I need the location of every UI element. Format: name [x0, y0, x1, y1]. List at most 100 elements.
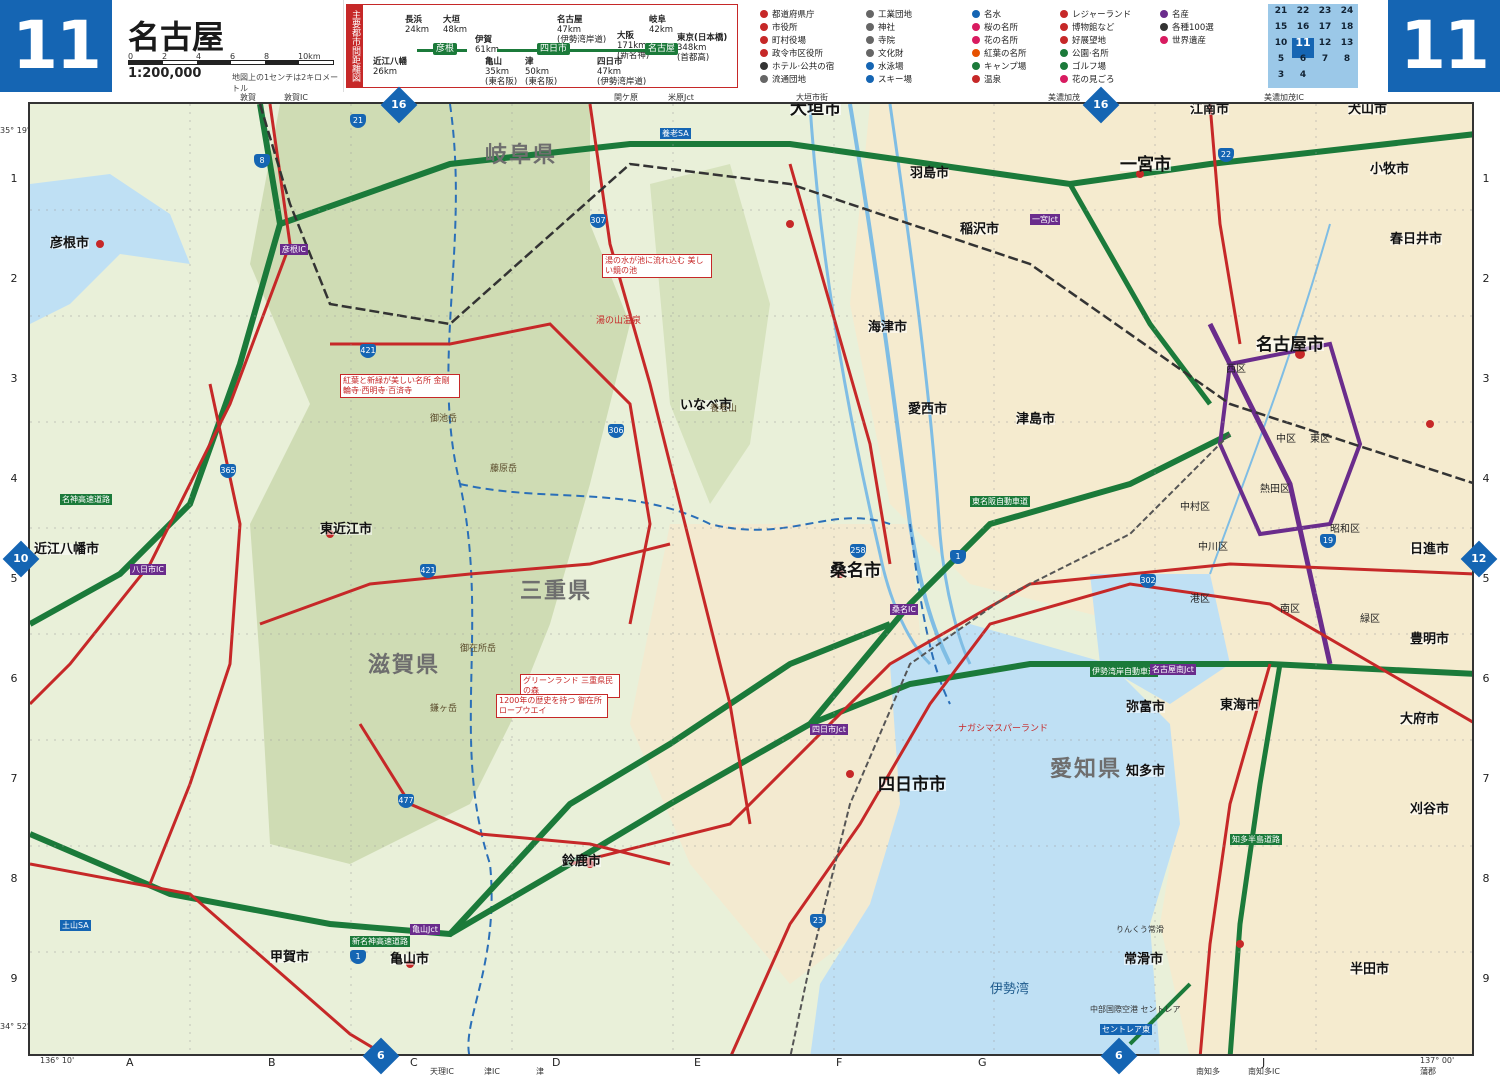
legend-item: 公園·名所 — [1060, 47, 1109, 59]
map-base-svg — [30, 104, 1472, 1054]
legend-symbol-icon — [866, 36, 874, 44]
distance-entry: 四日市 47km (伊勢湾岸道) — [597, 57, 647, 87]
sightseeing-note: 1200年の歴史を持つ 御在所ロープウエイ — [496, 694, 608, 718]
row-label: 3 — [10, 372, 18, 385]
ward-label: 南区 — [1280, 604, 1300, 615]
sightseeing-note: 紅葉と新緑が美しい名所 金剛輪寺·西明寺·百済寺 — [340, 374, 460, 398]
legend-item: 政令市区役所 — [760, 47, 823, 59]
expressway-label: 知多半島道路 — [1230, 834, 1282, 845]
legend-label: 市役所 — [772, 23, 798, 33]
legend-label: 町村役場 — [772, 36, 807, 46]
mountain-label: 鎌ヶ岳 — [430, 704, 458, 714]
legend-item: 各種100選 — [1160, 21, 1214, 33]
city-label-kuwana: 桑名市 — [830, 561, 881, 581]
expressway-label: 新名神高速道路 — [350, 936, 410, 947]
ward-label: 中区 — [1276, 434, 1296, 445]
legend-label: 好展望地 — [1072, 36, 1107, 46]
grid-index-cell[interactable]: 4 — [1292, 70, 1314, 90]
ic-label[interactable]: 名古屋南Jct — [1150, 664, 1196, 675]
legend-item: 博物館など — [1060, 21, 1115, 33]
column-label: A — [126, 1056, 134, 1069]
grid-index-map[interactable]: 21 22 23 24 15 16 17 18 10 11 12 13 5 6 7 8 3 4 — [1268, 4, 1358, 88]
legend-item: 花の名所 — [972, 34, 1018, 46]
legend-item: 名産 — [1160, 8, 1189, 20]
legend-item: 温泉 — [972, 73, 1001, 85]
ic-label[interactable]: 八日市IC — [130, 564, 166, 575]
city-label: 犬山市 — [1348, 102, 1388, 117]
ic-label[interactable]: 四日市Jct — [810, 724, 848, 735]
route-307 — [148, 383, 242, 885]
city-label: 近江八幡市 — [34, 542, 100, 557]
grid-index-cell[interactable]: 3 — [1270, 70, 1292, 90]
place-label: りんくう常滑 — [1116, 925, 1164, 934]
distance-diagram-title: 主要都市間距離図 — [347, 5, 363, 87]
legend-label: 花の名所 — [984, 36, 1019, 46]
legend-symbol-icon — [866, 62, 874, 70]
ic-label[interactable]: 彦根IC — [280, 244, 308, 255]
ward-label: 中村区 — [1180, 502, 1210, 513]
legend-label: 紅葉の名所 — [984, 49, 1027, 59]
legend-symbol-icon — [866, 23, 874, 31]
legend-symbol-icon — [760, 36, 768, 44]
city-label-ogaki: 大垣市 — [790, 102, 841, 119]
ward-label: 東区 — [1310, 434, 1330, 445]
sa-label[interactable]: 養老SA — [660, 128, 691, 139]
legend-label: 各種100選 — [1172, 23, 1214, 33]
distance-diagram: 主要都市間距離図 長浜 24km 大垣 48km 近江八幡 26km 伊賀 61km 亀… — [346, 4, 738, 88]
legend-symbol-icon — [866, 75, 874, 83]
grid-index-cell[interactable]: 7 — [1314, 54, 1336, 74]
legend-symbol-icon — [866, 49, 874, 57]
legend-symbol-icon — [1060, 62, 1068, 70]
city-label: 大府市 — [1400, 712, 1440, 727]
map-area[interactable]: 岐阜県 滋賀県 三重県 愛知県 名古屋市 四日市市 桑名市 大垣市 一宮市 彦根… — [28, 102, 1474, 1056]
legend-label: 神社 — [878, 23, 896, 33]
legend-symbol-icon — [760, 23, 768, 31]
legend-symbol-icon — [972, 23, 980, 31]
legend-label: ゴルフ場 — [1072, 62, 1107, 72]
legend-symbol-icon — [1060, 75, 1068, 83]
distance-hub-tag: 名古屋 — [645, 43, 679, 55]
legend-symbol-icon — [1160, 10, 1168, 18]
edge-destination-label: 南知多IC — [1248, 1067, 1280, 1076]
mountain-label: 御池岳 — [430, 414, 458, 424]
legend-item: 世界遺産 — [1160, 34, 1206, 46]
prefecture-label-shiga: 滋賀県 — [368, 653, 441, 678]
legend-label: 工業団地 — [878, 10, 913, 20]
edge-destination-label: 天理IC — [430, 1067, 454, 1076]
ic-label[interactable]: 桑名IC — [890, 604, 918, 615]
row-label: 6 — [1482, 672, 1490, 685]
legend-symbol-icon — [1160, 23, 1168, 31]
edge-destination-label: 南知多 — [1196, 1067, 1220, 1076]
map-page: 11 名古屋 0 2 4 6 8 10km 1:200,000 地図上の1センチ… — [0, 0, 1500, 1076]
edge-destination-label: 津 — [536, 1067, 544, 1076]
ic-label[interactable]: 亀山Jct — [410, 924, 440, 935]
mountain-label: 藤原岳 — [490, 464, 518, 474]
city-label: 甲賀市 — [270, 950, 310, 965]
sa-label[interactable]: 土山SA — [60, 920, 91, 931]
longitude-label: 136° 10' — [40, 1056, 75, 1065]
city-label: 弥富市 — [1126, 700, 1166, 715]
ic-label[interactable]: セントレア東 — [1100, 1024, 1152, 1035]
row-label: 2 — [1482, 272, 1490, 285]
distance-entry: 亀山 35km (東名阪) — [485, 57, 518, 87]
prefecture-label-mie: 三重県 — [520, 579, 593, 604]
row-label: 1 — [1482, 172, 1490, 185]
mountain-label: 養老山 — [710, 404, 738, 414]
ic-label[interactable]: 一宮Jct — [1030, 214, 1060, 225]
row-label: 2 — [10, 272, 18, 285]
grid-index-cell[interactable]: 8 — [1336, 54, 1358, 74]
prefecture-label-gifu: 岐阜県 — [485, 143, 558, 168]
city-label: 海津市 — [868, 320, 908, 335]
row-label: 4 — [10, 472, 18, 485]
legend-symbol-icon — [1060, 49, 1068, 57]
route-1 — [30, 862, 387, 1054]
distance-entry: 東京(日本橋) 348km (首都高) — [677, 33, 728, 63]
legend-label: 世界遺産 — [1172, 36, 1207, 46]
legend-label: 温泉 — [984, 75, 1002, 85]
row-label: 8 — [10, 872, 18, 885]
legend-item: キャンプ場 — [972, 60, 1026, 72]
legend-item: 水泳場 — [866, 60, 904, 72]
legend-item: 文化財 — [866, 47, 904, 59]
city-label: 江南市 — [1190, 102, 1230, 117]
city-label: 稲沢市 — [960, 222, 1000, 237]
